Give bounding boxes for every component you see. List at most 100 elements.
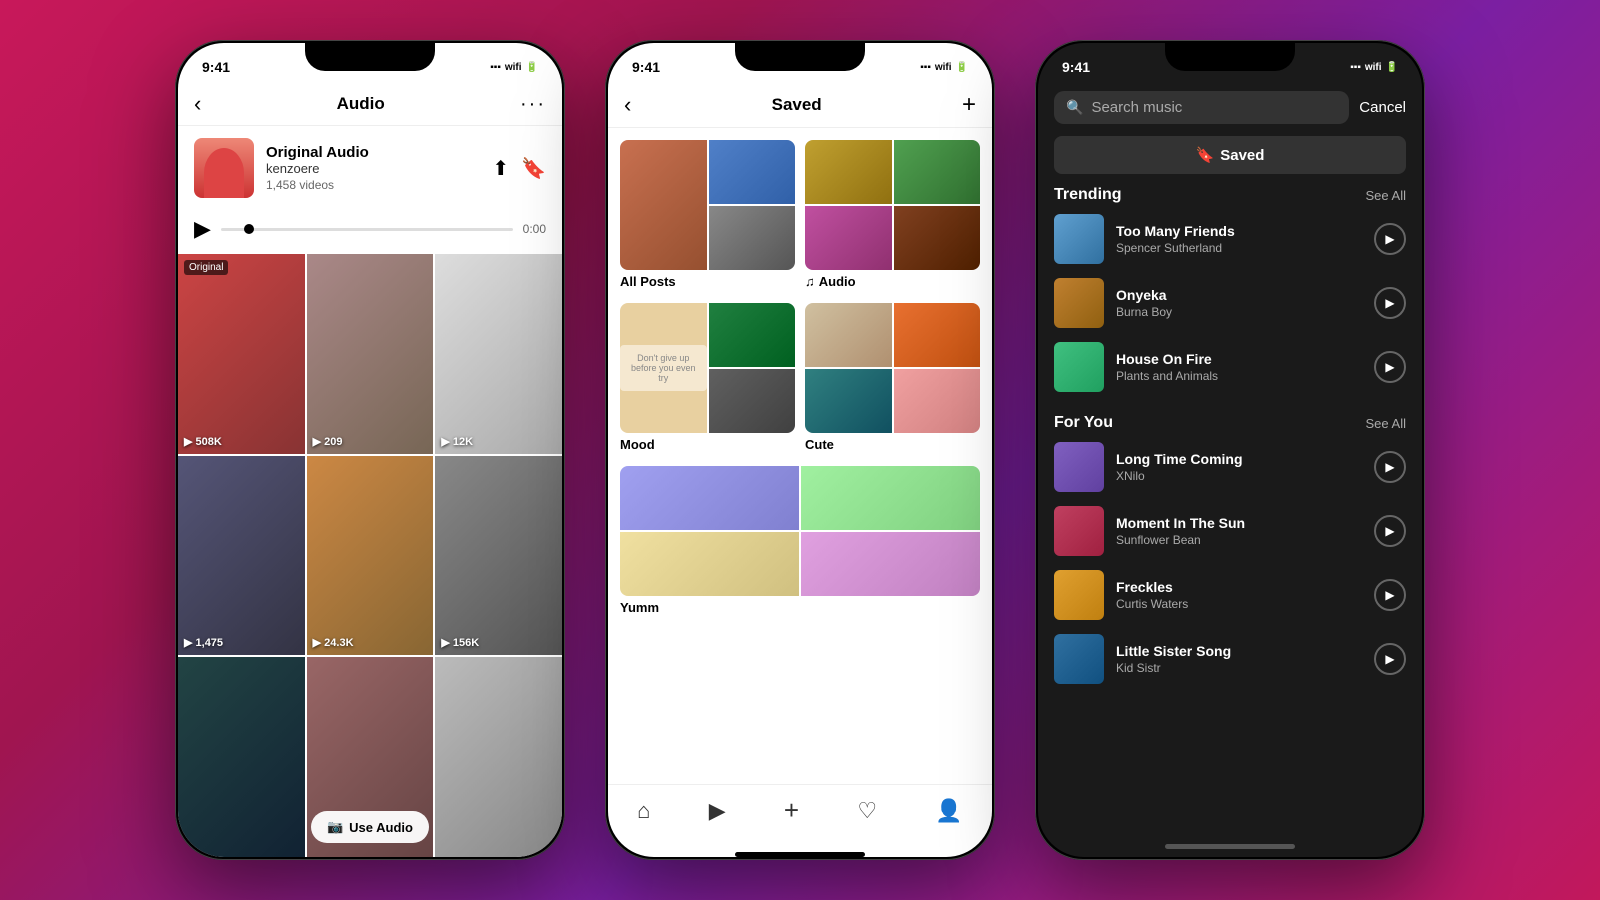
audio-img-3 (805, 206, 892, 270)
progress-bar[interactable] (221, 228, 513, 231)
video-cell-8[interactable]: 📷 Use Audio (307, 657, 434, 857)
status-time-2: 9:41 (632, 59, 660, 75)
notch (305, 43, 435, 71)
video-stat-2: ▶ 209 (313, 435, 343, 448)
home-indicator (735, 852, 865, 857)
for-you-thumb-1 (1054, 442, 1104, 492)
mood-img-3 (709, 369, 796, 433)
bottom-nav: ⌂ ▶ + ♡ 👤 (608, 784, 992, 846)
audio-actions: ⬆ 🔖 (492, 156, 546, 181)
yumm-label: Yumm (620, 600, 980, 615)
trending-info-2: Onyeka Burna Boy (1116, 287, 1362, 319)
cute-img-3 (805, 369, 892, 433)
home-indicator-3 (1165, 844, 1295, 849)
mood-collection[interactable]: Don't give up before you even try Mood (620, 303, 795, 452)
video-cell-6[interactable]: ▶ 156K (435, 456, 562, 656)
camera-icon: 📷 (327, 819, 343, 835)
saved-back-button[interactable]: ‹ (624, 92, 631, 118)
cute-img-2 (894, 303, 981, 367)
saved-tab-button[interactable]: 🔖 Saved (1054, 136, 1406, 174)
share-icon[interactable]: ⬆ (492, 156, 509, 181)
battery-icon: 🔋 (526, 62, 538, 73)
all-posts-label: All Posts (620, 274, 795, 289)
for-you-artist-2: Sunflower Bean (1116, 533, 1362, 547)
bookmark-icon[interactable]: 🔖 (521, 156, 546, 181)
nav-home-icon[interactable]: ⌂ (637, 798, 650, 824)
cute-collection[interactable]: Cute (805, 303, 980, 452)
video-cell-3[interactable]: ▶ 12K (435, 254, 562, 454)
for-you-item-1[interactable]: Long Time Coming XNilo ▶ (1054, 442, 1406, 492)
for-you-item-3[interactable]: Freckles Curtis Waters ▶ (1054, 570, 1406, 620)
back-button[interactable]: ‹ (194, 91, 201, 117)
video-cell-4[interactable]: ▶ 1,475 (178, 456, 305, 656)
nav-profile-icon[interactable]: 👤 (935, 798, 962, 824)
for-you-item-2[interactable]: Moment In The Sun Sunflower Bean ▶ (1054, 506, 1406, 556)
cute-img-4 (894, 369, 981, 433)
play-button-3[interactable]: ▶ (1374, 351, 1406, 383)
for-you-title: For You (1054, 414, 1113, 432)
audio-collection[interactable]: ♫ Audio (805, 140, 980, 289)
trending-item-1[interactable]: Too Many Friends Spencer Sutherland ▶ (1054, 214, 1406, 264)
cute-label: Cute (805, 437, 980, 452)
battery-icon-3: 🔋 (1386, 62, 1398, 73)
nav-plus-icon[interactable]: + (784, 795, 799, 826)
progress-dot (244, 224, 254, 234)
all-posts-img-1 (620, 140, 707, 270)
use-audio-button[interactable]: 📷 Use Audio (311, 811, 429, 843)
play-button-6[interactable]: ▶ (1374, 579, 1406, 611)
video-cell-9[interactable] (435, 657, 562, 857)
audio-img-1 (805, 140, 892, 204)
trending-item-3[interactable]: House On Fire Plants and Animals ▶ (1054, 342, 1406, 392)
video-cell-2[interactable]: ▶ 209 (307, 254, 434, 454)
play-button[interactable]: ▶ (194, 216, 211, 242)
trending-see-all[interactable]: See All (1366, 188, 1406, 203)
play-button-4[interactable]: ▶ (1374, 451, 1406, 483)
trending-title: Trending (1054, 186, 1122, 204)
audio-username: kenzoere (266, 161, 480, 176)
yumm-img-4 (801, 532, 980, 596)
add-collection-button[interactable]: + (962, 91, 976, 119)
cancel-button[interactable]: Cancel (1359, 99, 1406, 116)
nav-heart-icon[interactable]: ♡ (857, 798, 877, 824)
trending-item-2[interactable]: Onyeka Burna Boy ▶ (1054, 278, 1406, 328)
music-note-icon: ♫ (805, 274, 815, 289)
video-cell-5[interactable]: ▶ 24.3K (307, 456, 434, 656)
signal-icon-2: ▪▪▪ (920, 62, 931, 73)
video-cell-1[interactable]: Original ▶ 508K (178, 254, 305, 454)
trending-track-2: Onyeka (1116, 287, 1362, 303)
use-audio-label: Use Audio (349, 820, 413, 835)
trending-header: Trending See All (1054, 186, 1406, 204)
audio-thumbnail (194, 138, 254, 198)
for-you-item-4[interactable]: Little Sister Song Kid Sistr ▶ (1054, 634, 1406, 684)
play-button-1[interactable]: ▶ (1374, 223, 1406, 255)
saved-header: ‹ Saved + (608, 83, 992, 128)
mood-img-1: Don't give up before you even try (620, 303, 707, 433)
audio-details: Original Audio kenzoere 1,458 videos (266, 144, 480, 192)
for-you-see-all[interactable]: See All (1366, 416, 1406, 431)
saved-tab-label: Saved (1220, 147, 1264, 164)
play-button-7[interactable]: ▶ (1374, 643, 1406, 675)
original-label: Original (184, 260, 228, 275)
phone-saved: 9:41 ▪▪▪ wifi 🔋 ‹ Saved + A (605, 40, 995, 860)
video-cell-7[interactable] (178, 657, 305, 857)
all-posts-collection[interactable]: All Posts (620, 140, 795, 289)
yumm-collection[interactable]: Yumm (620, 466, 980, 615)
nav-video-icon[interactable]: ▶ (709, 798, 726, 824)
more-button[interactable]: ··· (520, 93, 546, 116)
audio-thumb-img (194, 138, 254, 198)
mood-label: Mood (620, 437, 795, 452)
yumm-img-1 (620, 466, 799, 530)
search-input-box[interactable]: 🔍 Search music (1054, 91, 1349, 124)
cute-img-1 (805, 303, 892, 367)
audio-header: ‹ Audio ··· (178, 83, 562, 126)
play-button-5[interactable]: ▶ (1374, 515, 1406, 547)
play-button-2[interactable]: ▶ (1374, 287, 1406, 319)
for-you-track-3: Freckles (1116, 579, 1362, 595)
video-grid: Original ▶ 508K ▶ 209 ▶ 12K ▶ 1,475 ▶ 24… (178, 254, 562, 857)
for-you-info-2: Moment In The Sun Sunflower Bean (1116, 515, 1362, 547)
yumm-img-3 (620, 532, 799, 596)
audio-video-count: 1,458 videos (266, 178, 480, 192)
search-magnifier-icon: 🔍 (1066, 99, 1083, 116)
for-you-track-4: Little Sister Song (1116, 643, 1362, 659)
status-icons-1: ▪▪▪ wifi 🔋 (490, 62, 538, 73)
